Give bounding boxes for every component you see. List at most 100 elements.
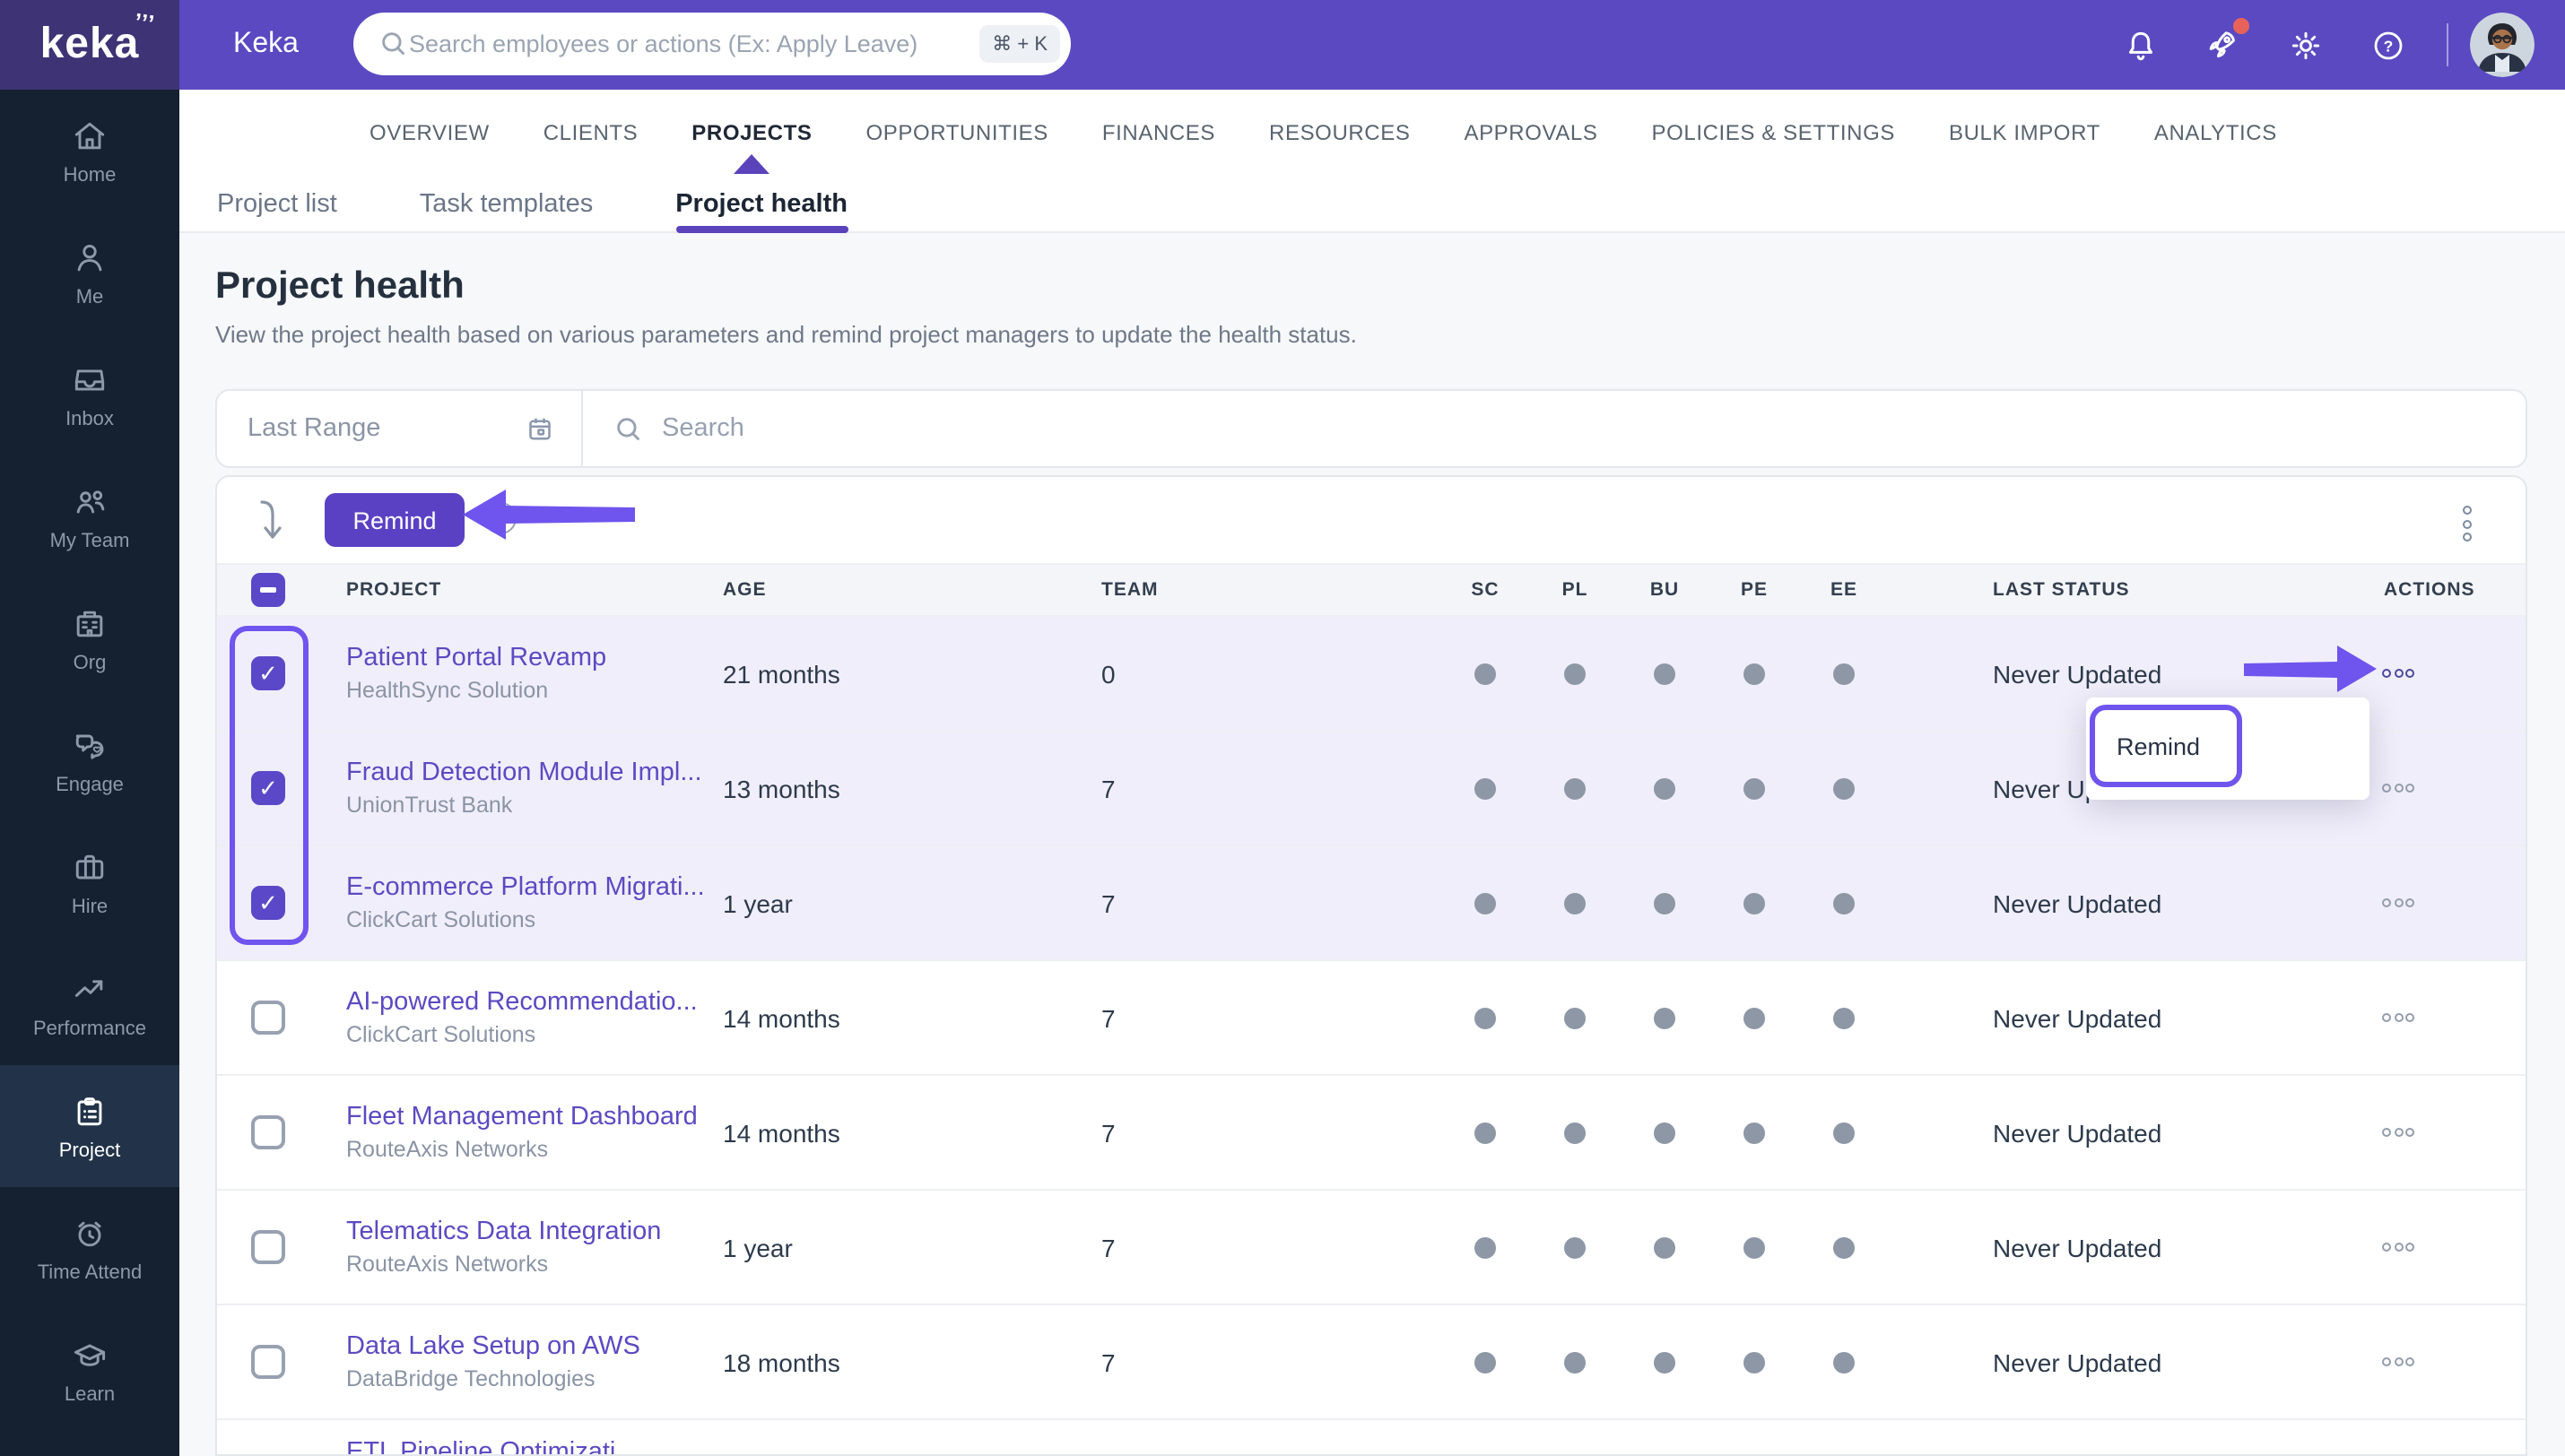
notifications-bell-icon[interactable] — [2109, 14, 2170, 75]
project-health-table: Remind i PROJECT AGE TEAM SC PL BU PE EE… — [215, 475, 2527, 1456]
project-link[interactable]: Patient Portal Revamp — [346, 644, 606, 672]
tab-clients[interactable]: CLIENTS — [543, 120, 639, 145]
table-row: Fleet Management Dashboard RouteAxis Netw… — [217, 1076, 2526, 1191]
health-dot — [1654, 1351, 1675, 1373]
row-checkbox[interactable]: ✓ — [251, 656, 285, 690]
sidebar-item-project[interactable]: Project — [0, 1065, 179, 1187]
row-actions-icon[interactable] — [2362, 617, 2434, 730]
sidebar-item-my-team[interactable]: My Team — [0, 455, 179, 577]
health-dot — [1654, 1007, 1675, 1028]
col-header-actions: ACTIONS — [2384, 579, 2475, 601]
tab-resources[interactable]: RESOURCES — [1269, 120, 1410, 145]
global-search[interactable]: ⌘ + K — [353, 13, 1071, 75]
row-checkbox[interactable]: ✓ — [251, 886, 285, 920]
date-range-select[interactable]: Last Range — [217, 391, 583, 466]
whats-new-rocket-icon[interactable] — [2192, 14, 2253, 75]
info-icon[interactable]: i — [484, 502, 517, 534]
sidebar-item-org[interactable]: Org — [0, 577, 179, 699]
project-link[interactable]: ETL Pipeline Optimizati... — [346, 1438, 638, 1454]
row-checkbox[interactable]: ✓ — [251, 771, 285, 805]
table-search-input[interactable] — [662, 414, 2526, 443]
health-dot — [1474, 663, 1496, 684]
row-actions-icon[interactable] — [2362, 1076, 2434, 1189]
row-actions-icon[interactable] — [2362, 1191, 2434, 1304]
row-actions-icon[interactable] — [2362, 732, 2434, 845]
tab-projects[interactable]: PROJECTS — [691, 120, 812, 145]
sidebar-item-label: Performance — [33, 1018, 146, 1039]
project-link[interactable]: Data Lake Setup on AWS — [346, 1332, 640, 1361]
health-dot — [1743, 663, 1765, 684]
health-dot — [1564, 1122, 1586, 1143]
health-dot — [1474, 1122, 1496, 1143]
subtab-task-templates[interactable]: Task templates — [420, 175, 593, 232]
client-name: HealthSync Solution — [346, 678, 549, 703]
settings-gear-icon[interactable] — [2274, 14, 2335, 75]
team-count: 7 — [1101, 1233, 1116, 1261]
tab-finances[interactable]: FINANCES — [1102, 120, 1215, 145]
page-title: Project health — [215, 265, 465, 307]
project-link[interactable]: Fleet Management Dashboard — [346, 1103, 698, 1131]
tab-analytics[interactable]: ANALYTICS — [2154, 120, 2277, 145]
project-link[interactable]: AI-powered Recommendatio... — [346, 988, 698, 1017]
sidebar-item-engage[interactable]: Engage — [0, 699, 179, 821]
sidebar-item-hire[interactable]: Hire — [0, 821, 179, 943]
row-checkbox[interactable] — [251, 1345, 285, 1379]
tab-overview[interactable]: OVERVIEW — [370, 120, 490, 145]
subtab-project-list[interactable]: Project list — [217, 175, 337, 232]
main-content: Project health View the project health b… — [179, 233, 2565, 1456]
health-dot — [1743, 1007, 1765, 1028]
select-all-checkbox[interactable] — [251, 573, 285, 607]
col-header-team: TEAM — [1101, 579, 1159, 601]
sidebar-item-label: Learn — [64, 1383, 116, 1405]
keka-logo[interactable]: keka’’’ — [0, 0, 179, 90]
health-dot — [1654, 1122, 1675, 1143]
row-actions-icon[interactable] — [2362, 846, 2434, 959]
project-link[interactable]: Fraud Detection Module Impl... — [346, 758, 702, 787]
table-row: Data Lake Setup on AWS DataBridge Technol… — [217, 1305, 2526, 1420]
remind-button[interactable]: Remind — [325, 493, 465, 547]
last-status: Never Updated — [1993, 1003, 2162, 1032]
search-icon — [382, 32, 405, 56]
tab-bulk-import[interactable]: BULK IMPORT — [1949, 120, 2100, 145]
project-age: 13 months — [723, 774, 840, 802]
sidebar-item-label: Time Attend — [37, 1261, 143, 1283]
client-name: ClickCart Solutions — [346, 907, 536, 932]
table-search[interactable] — [583, 391, 2526, 466]
row-actions-icon[interactable] — [2362, 1305, 2434, 1418]
health-dot — [1564, 892, 1586, 914]
health-dot — [1564, 1007, 1586, 1028]
sidebar-item-inbox[interactable]: Inbox — [0, 334, 179, 455]
kebab-menu-icon[interactable] — [2459, 502, 2475, 545]
team-people-icon — [70, 481, 109, 521]
user-avatar[interactable] — [2470, 13, 2535, 77]
global-search-input[interactable] — [409, 30, 980, 57]
health-dot — [1654, 1236, 1675, 1258]
remind-menu-item[interactable]: Remind — [2117, 732, 2200, 759]
health-dot — [1743, 1351, 1765, 1373]
sidebar-item-label: Engage — [56, 774, 124, 795]
row-actions-icon[interactable] — [2362, 961, 2434, 1074]
row-checkbox[interactable] — [251, 1001, 285, 1035]
health-dot — [1654, 892, 1675, 914]
col-header-sc: SC — [1471, 579, 1500, 601]
sidebar-item-me[interactable]: Me — [0, 212, 179, 334]
subtab-project-health[interactable]: Project health — [675, 175, 848, 232]
tab-approvals[interactable]: APPROVALS — [1464, 120, 1597, 145]
row-checkbox[interactable] — [251, 1230, 285, 1264]
sidebar-item-time-attend[interactable]: Time Attend — [0, 1187, 179, 1309]
tab-policies-settings[interactable]: POLICIES & SETTINGS — [1652, 120, 1895, 145]
tab-opportunities[interactable]: OPPORTUNITIES — [865, 120, 1048, 145]
sidebar-item-learn[interactable]: Learn — [0, 1309, 179, 1431]
time-clock-icon — [70, 1213, 109, 1252]
project-link[interactable]: Telematics Data Integration — [346, 1218, 661, 1246]
sidebar-item-performance[interactable]: Performance — [0, 943, 179, 1065]
project-link[interactable]: E-commerce Platform Migrati... — [346, 873, 705, 902]
col-header-age: AGE — [723, 579, 767, 601]
sidebar-item-label: Inbox — [65, 408, 114, 429]
sort-down-arrow-icon[interactable] — [256, 497, 296, 543]
help-icon[interactable]: ? — [2357, 14, 2418, 75]
learn-cap-icon — [70, 1335, 109, 1374]
sidebar-item-home[interactable]: Home — [0, 90, 179, 212]
performance-trend-icon — [70, 969, 109, 1009]
row-checkbox[interactable] — [251, 1115, 285, 1149]
